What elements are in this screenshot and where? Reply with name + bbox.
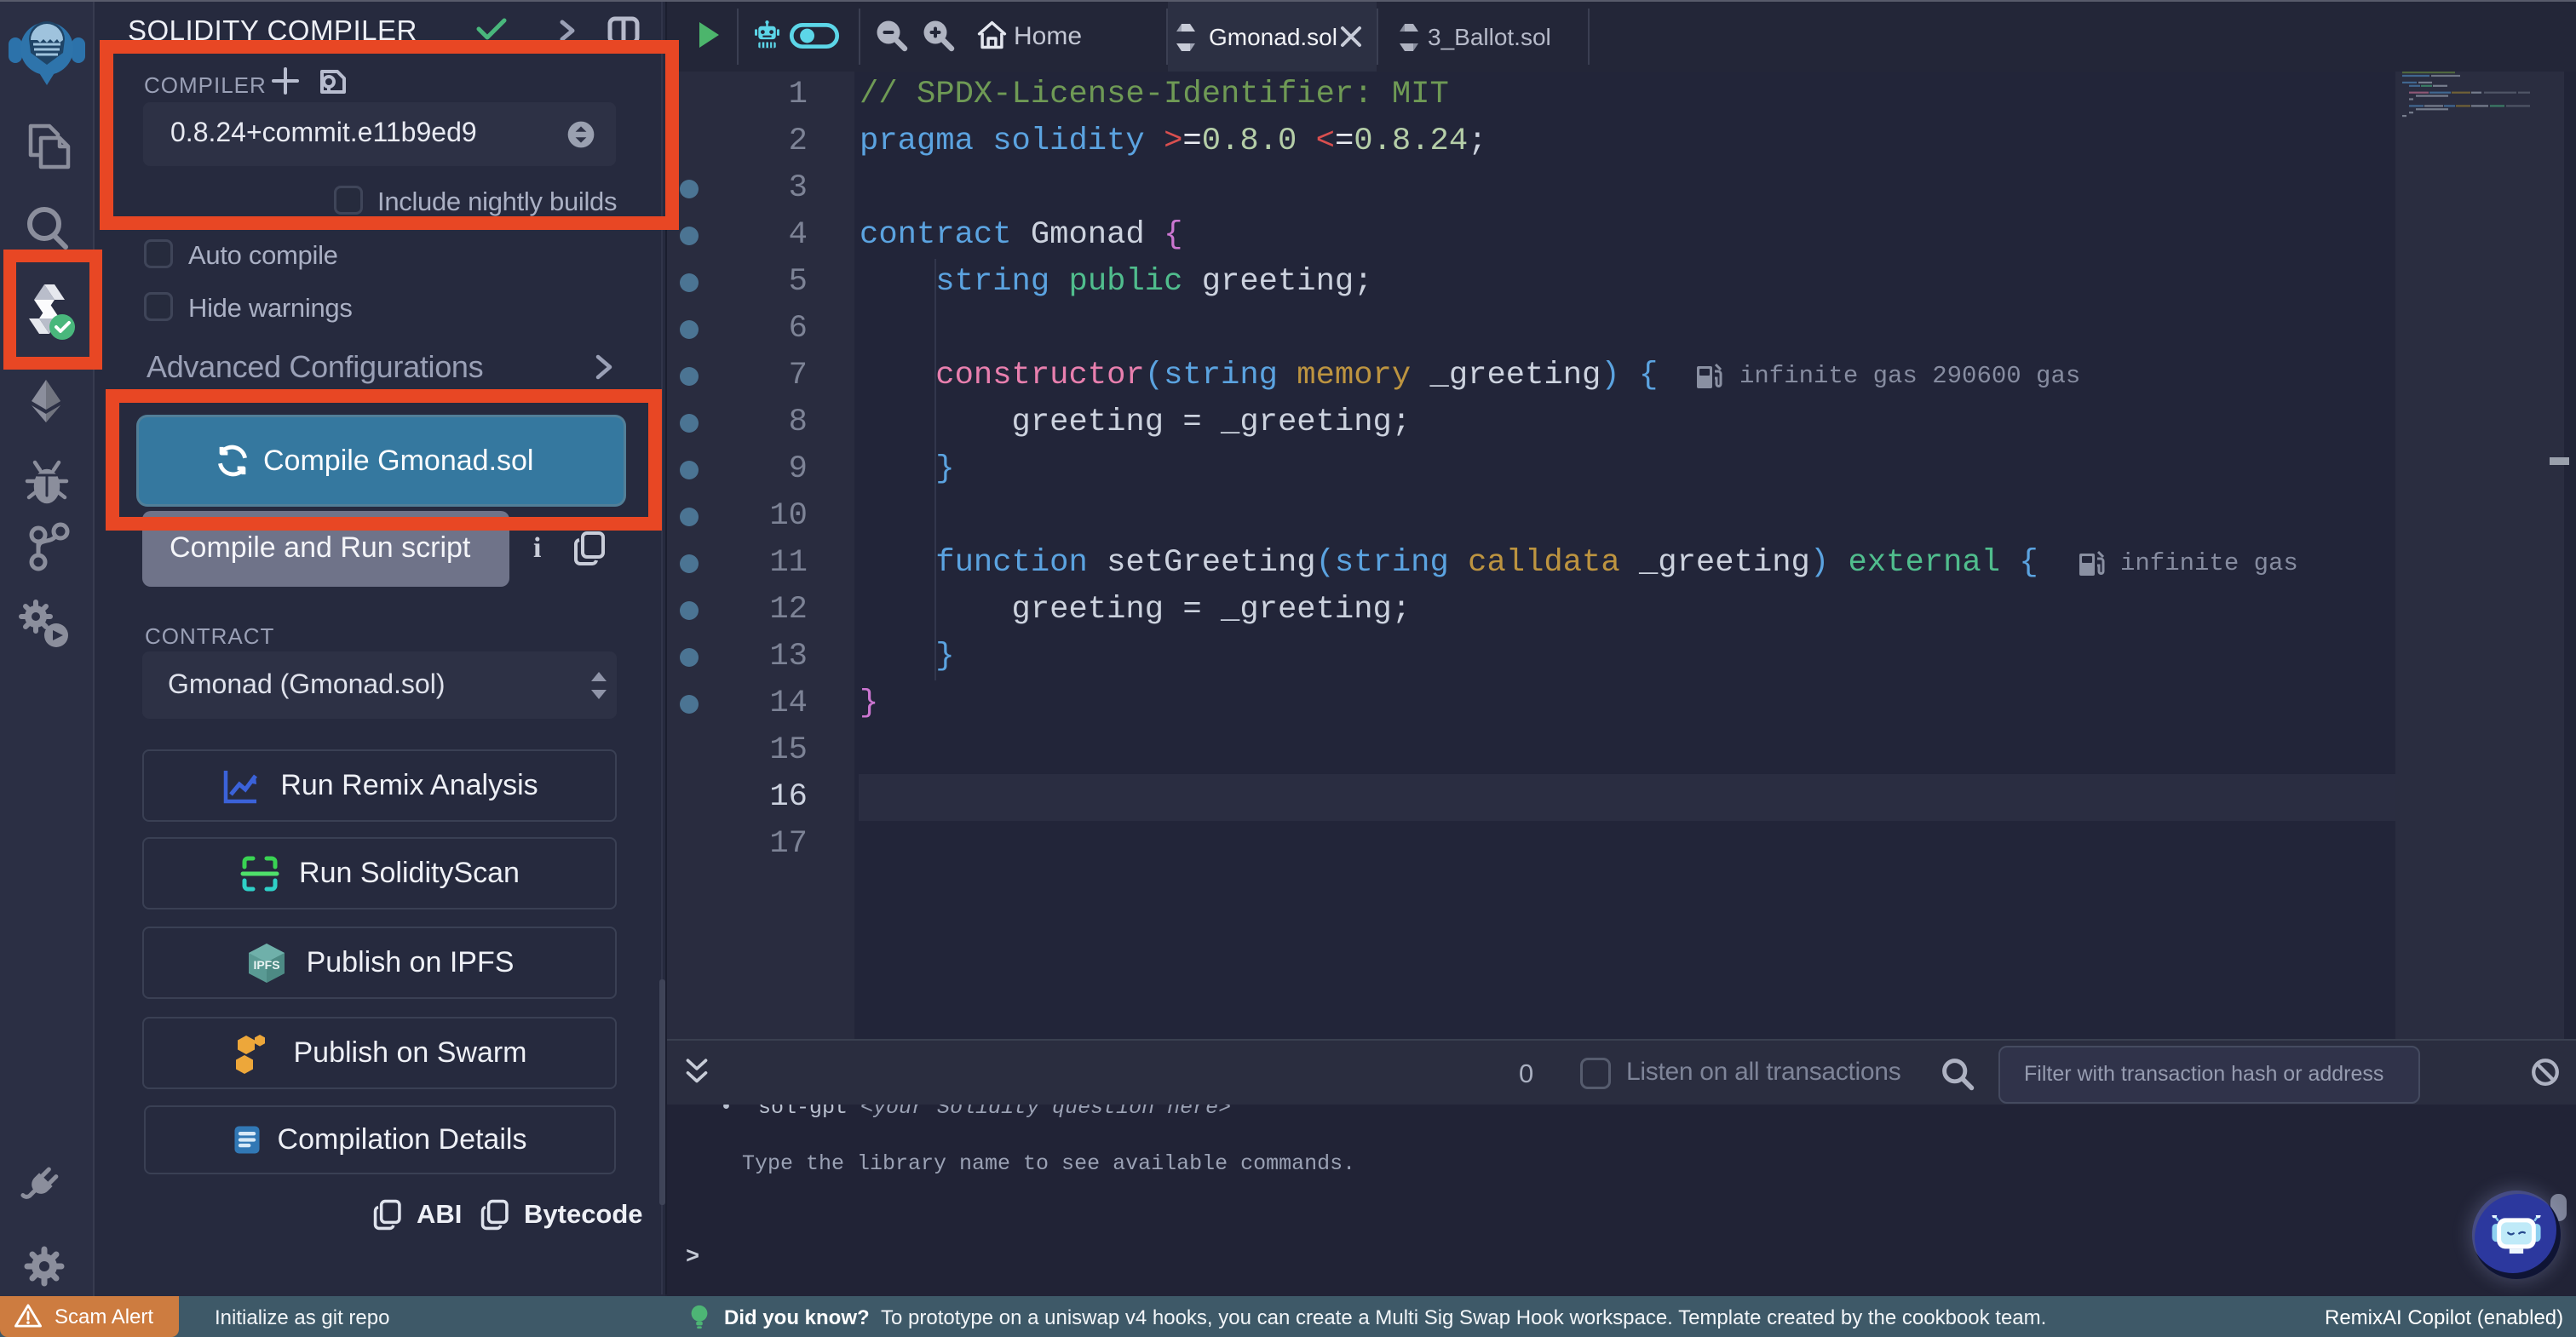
svg-text:IPFS: IPFS [253, 958, 279, 972]
